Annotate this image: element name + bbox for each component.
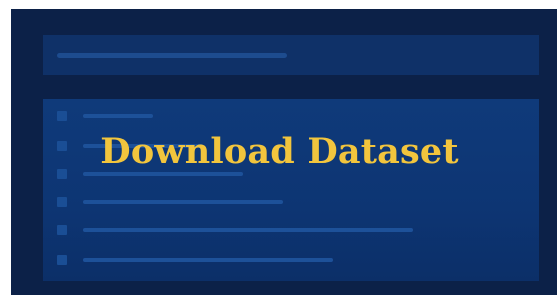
- placeholder-row: [57, 111, 527, 123]
- placeholder-row: [57, 255, 527, 267]
- placeholder-row: [57, 197, 527, 209]
- bullet-icon: [57, 225, 67, 235]
- download-dataset-title[interactable]: Download Dataset: [0, 126, 559, 178]
- placeholder-line: [83, 200, 283, 204]
- placeholder-row: [57, 225, 527, 237]
- header-placeholder-line: [57, 53, 287, 58]
- header-bar-decoration: [43, 35, 539, 75]
- bullet-icon: [57, 197, 67, 207]
- placeholder-line: [83, 258, 333, 262]
- placeholder-line: [83, 114, 153, 118]
- bullet-icon: [57, 111, 67, 121]
- bullet-icon: [57, 255, 67, 265]
- placeholder-line: [83, 228, 413, 232]
